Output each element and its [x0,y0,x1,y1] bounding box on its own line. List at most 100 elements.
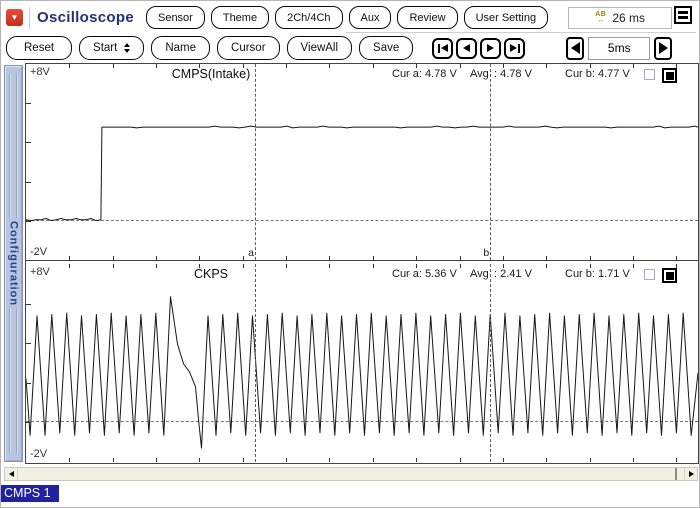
cursor-a-line[interactable] [255,64,256,260]
grid-tick [286,64,287,68]
cursor-button[interactable]: Cursor [217,36,280,60]
grid-tick [199,256,200,260]
cursor-b-measurement: Cur b: 4.77 V [565,68,630,80]
grid-tick [243,64,244,68]
dropdown-arrow-icon: ▼ [11,13,19,22]
review-button[interactable]: Review [397,6,457,29]
channel-2-panel: +8V -2V CKPS Cur a: 5.36 V Avg : 2.41 V … [26,264,698,462]
scroll-left-button[interactable] [5,468,18,480]
grid-tick [113,458,114,462]
reset-button[interactable]: Reset [6,36,72,60]
left-triangle-icon [9,471,14,477]
skip-end-button[interactable] [504,38,525,59]
oscilloscope-window: ▼ Oscilloscope Sensor Theme 2Ch/4Ch Aux … [0,0,700,508]
grid-tick [156,264,157,268]
scope-area: +8V -2V CMPS(Intake) Cur a: 4.78 V Avg :… [25,63,699,464]
right-triangle-icon [659,42,668,54]
menu-bar [678,16,688,19]
channel-2-waveform [26,264,698,462]
grid-tick [243,256,244,260]
theme-button[interactable]: Theme [211,6,269,29]
grid-tick [69,64,70,68]
prev-triangle-icon [463,44,470,52]
ab-cursor-icon: AB ↔ [595,11,606,24]
grid-tick [676,264,677,268]
start-label: Start [93,42,117,54]
channel-2-checkbox[interactable] [644,269,655,280]
cursor-b-tag: b [483,247,489,259]
grid-tick [590,458,591,462]
toolbar-secondary: Reset Start Name Cursor ViewAll Save 5ms [6,34,672,62]
user-setting-button[interactable]: User Setting [464,6,549,29]
waveform-path [26,297,698,448]
timebase-value: 5ms [588,37,650,60]
grid-tick [329,256,330,260]
grid-tick [199,458,200,462]
grid-tick [156,458,157,462]
channel-2-active-box[interactable] [662,268,677,283]
app-title: Oscilloscope [37,9,134,26]
grid-tick [546,264,547,268]
grid-tick [26,304,31,305]
step-back-button[interactable] [456,38,477,59]
start-button[interactable]: Start [79,36,144,60]
grid-tick [676,458,677,462]
cursor-a-line[interactable] [255,264,256,462]
grid-tick [460,264,461,268]
grid-tick [590,256,591,260]
voltage-top-label: +8V [30,266,50,278]
grid-tick [26,221,31,222]
voltage-top-label: +8V [30,66,50,78]
cursor-a-tag: a [248,247,254,259]
spinner-icon [124,43,130,53]
grid-tick [69,458,70,462]
grid-tick [69,264,70,268]
channel-count-button[interactable]: 2Ch/4Ch [275,6,342,29]
save-button[interactable]: Save [359,36,413,60]
bar-icon [518,44,520,53]
grid-tick [243,264,244,268]
grid-tick [26,383,31,384]
grid-tick [416,256,417,260]
cursor-a-measurement: Cur a: 5.36 V [392,268,457,280]
grid-tick [329,64,330,68]
grid-tick [286,256,287,260]
grid-tick [676,64,677,68]
skip-start-button[interactable] [432,38,453,59]
timebase-increase-button[interactable] [654,37,672,60]
timebase-decrease-button[interactable] [566,37,584,60]
channel-1-active-box[interactable] [662,68,677,83]
aux-button[interactable]: Aux [349,6,392,29]
timebase-control: 5ms [566,37,672,60]
grid-tick [26,103,31,104]
grid-tick [460,64,461,68]
cursor-b-line[interactable] [490,64,491,260]
cursor-b-line[interactable] [490,264,491,462]
configuration-sidebar-tab[interactable]: Configuration [4,65,23,462]
grid-tick [633,458,634,462]
list-menu-icon[interactable] [674,6,692,24]
grid-tick [373,256,374,260]
cursor-time-value: 26 ms [612,11,645,25]
next-triangle-icon [510,44,517,52]
filled-square-icon [666,272,674,280]
grid-tick [243,458,244,462]
grid-tick [113,264,114,268]
grid-tick [113,64,114,68]
app-menu-button[interactable]: ▼ [6,9,23,26]
viewall-button[interactable]: ViewAll [287,36,353,60]
grid-tick [156,64,157,68]
toolbar-separator [346,32,696,33]
grid-tick [633,264,634,268]
menu-bar [678,11,688,14]
grid-tick [373,64,374,68]
sensor-button[interactable]: Sensor [146,6,205,29]
grid-tick [546,64,547,68]
name-button[interactable]: Name [151,36,210,60]
grid-tick [113,256,114,260]
step-forward-button[interactable] [480,38,501,59]
horizontal-scrollbar[interactable] [4,467,698,481]
channel-1-checkbox[interactable] [644,69,655,80]
avg-label: Avg [470,68,489,80]
scroll-right-button[interactable] [684,468,697,480]
